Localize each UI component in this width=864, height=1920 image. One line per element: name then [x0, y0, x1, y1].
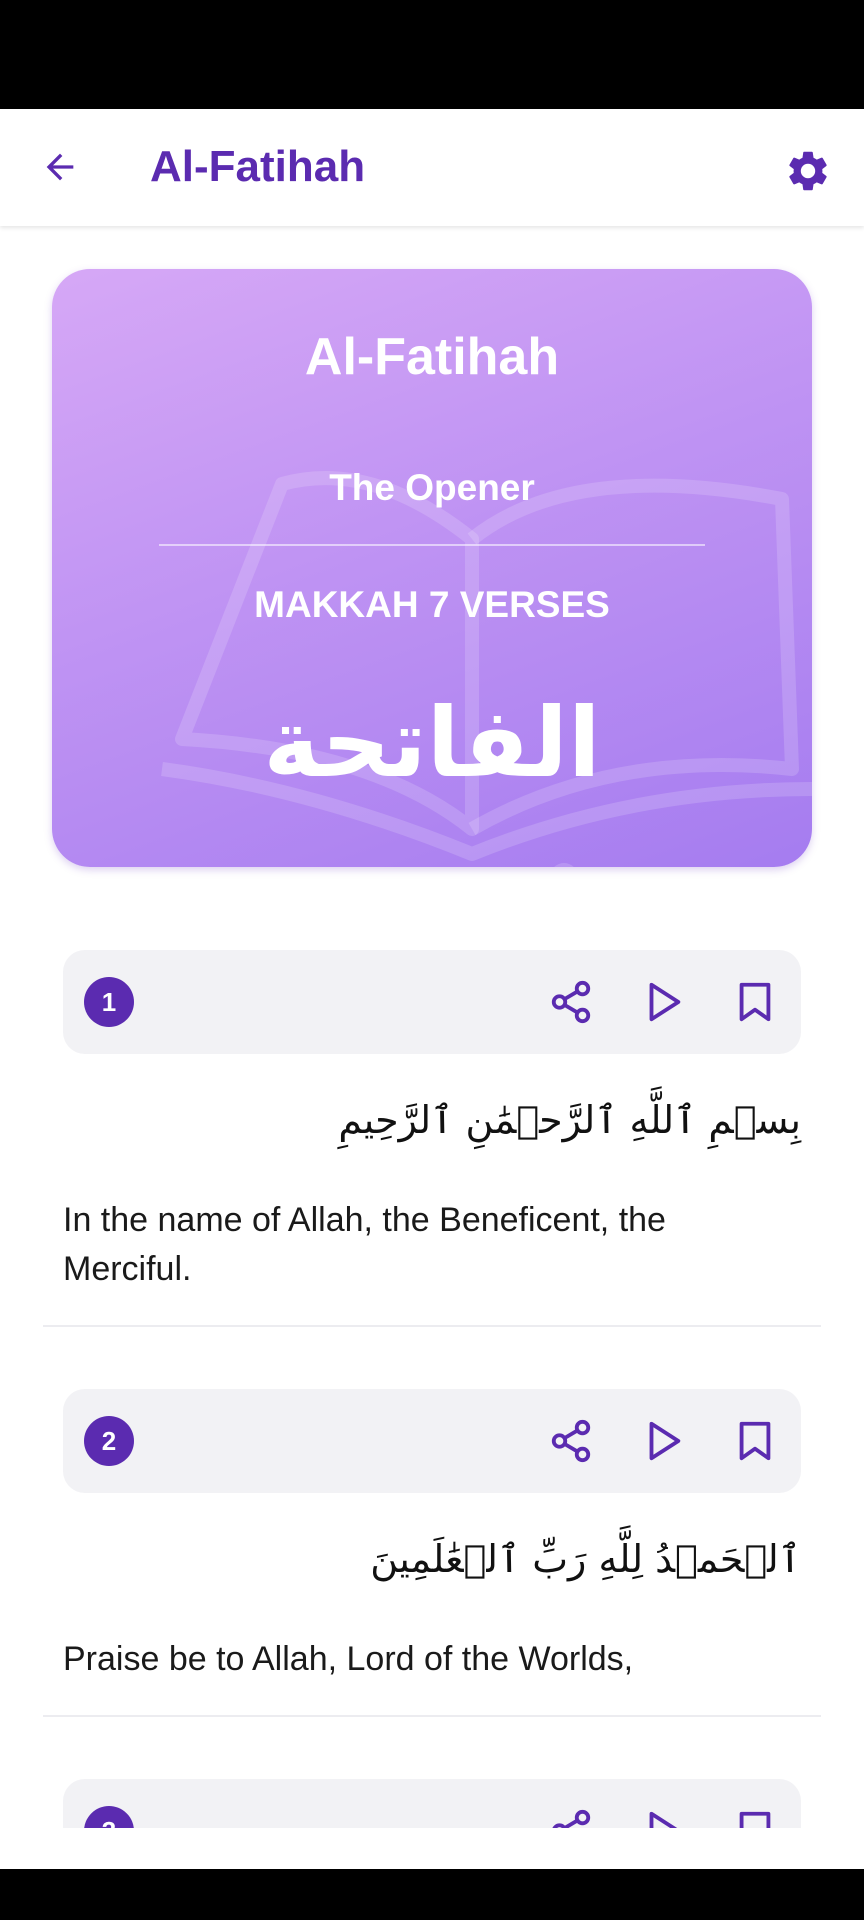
verse-arabic: بِسۡمِ ٱللَّهِ ٱلرَّحۡمَٰنِ ٱلرَّحِيمِ	[338, 1098, 801, 1142]
play-button[interactable]	[633, 1801, 693, 1828]
surah-header-card: Al-Fatihah The Opener MAKKAH 7 VERSES ال…	[52, 269, 812, 867]
back-button[interactable]	[30, 137, 90, 197]
verse-translation: Praise be to Allah, Lord of the Worlds,	[63, 1640, 634, 1678]
surah-meaning: The Opener	[329, 467, 535, 508]
system-nav-bar	[0, 1869, 864, 1920]
share-button[interactable]	[541, 1801, 601, 1828]
bookmark-button[interactable]	[725, 972, 785, 1032]
share-icon	[551, 1419, 591, 1463]
verse-translation: In the name of Allah, the Beneficent, th…	[63, 1201, 666, 1288]
play-button[interactable]	[633, 972, 693, 1032]
verse-number-badge: 1	[84, 977, 134, 1027]
share-icon	[552, 1809, 591, 1828]
settings-button[interactable]	[778, 141, 838, 201]
play-icon	[649, 982, 681, 1022]
bookmark-button[interactable]	[725, 1801, 785, 1828]
verse-toolbar: 1	[63, 950, 801, 1054]
app-bar: Al-Fatihah	[0, 109, 864, 226]
surah-meta: MAKKAH 7 VERSES	[254, 584, 610, 625]
status-bar	[0, 0, 864, 109]
play-icon	[649, 1811, 678, 1828]
verse-toolbar: 2	[63, 1389, 801, 1493]
arrow-left-icon	[46, 153, 74, 181]
share-icon	[551, 980, 591, 1024]
verse-number-badge: 3	[84, 1806, 134, 1828]
bookmark-icon	[739, 982, 771, 1022]
verse-divider	[43, 1325, 821, 1327]
gear-icon	[789, 151, 827, 191]
play-button[interactable]	[633, 1411, 693, 1471]
verse-number-badge: 2	[84, 1416, 134, 1466]
page-title: Al-Fatihah	[150, 142, 366, 191]
hero-divider	[159, 544, 705, 546]
surah-name-arabic: الفاتحة	[263, 687, 601, 799]
share-button[interactable]	[541, 972, 601, 1032]
verse-toolbar: 3	[63, 1779, 801, 1828]
verse-divider	[43, 1715, 821, 1717]
share-button[interactable]	[541, 1411, 601, 1471]
bookmark-button[interactable]	[725, 1411, 785, 1471]
surah-name-english: Al-Fatihah	[304, 328, 560, 386]
surah-content[interactable]: Al-Fatihah The Opener MAKKAH 7 VERSES ال…	[0, 226, 864, 1828]
play-icon	[649, 1421, 681, 1461]
verse-arabic: ٱلۡحَمۡدُ لِلَّهِ رَبِّ ٱلۡعَٰلَمِينَ	[370, 1537, 801, 1581]
bookmark-icon	[739, 1811, 771, 1828]
bookmark-icon	[739, 1421, 771, 1461]
